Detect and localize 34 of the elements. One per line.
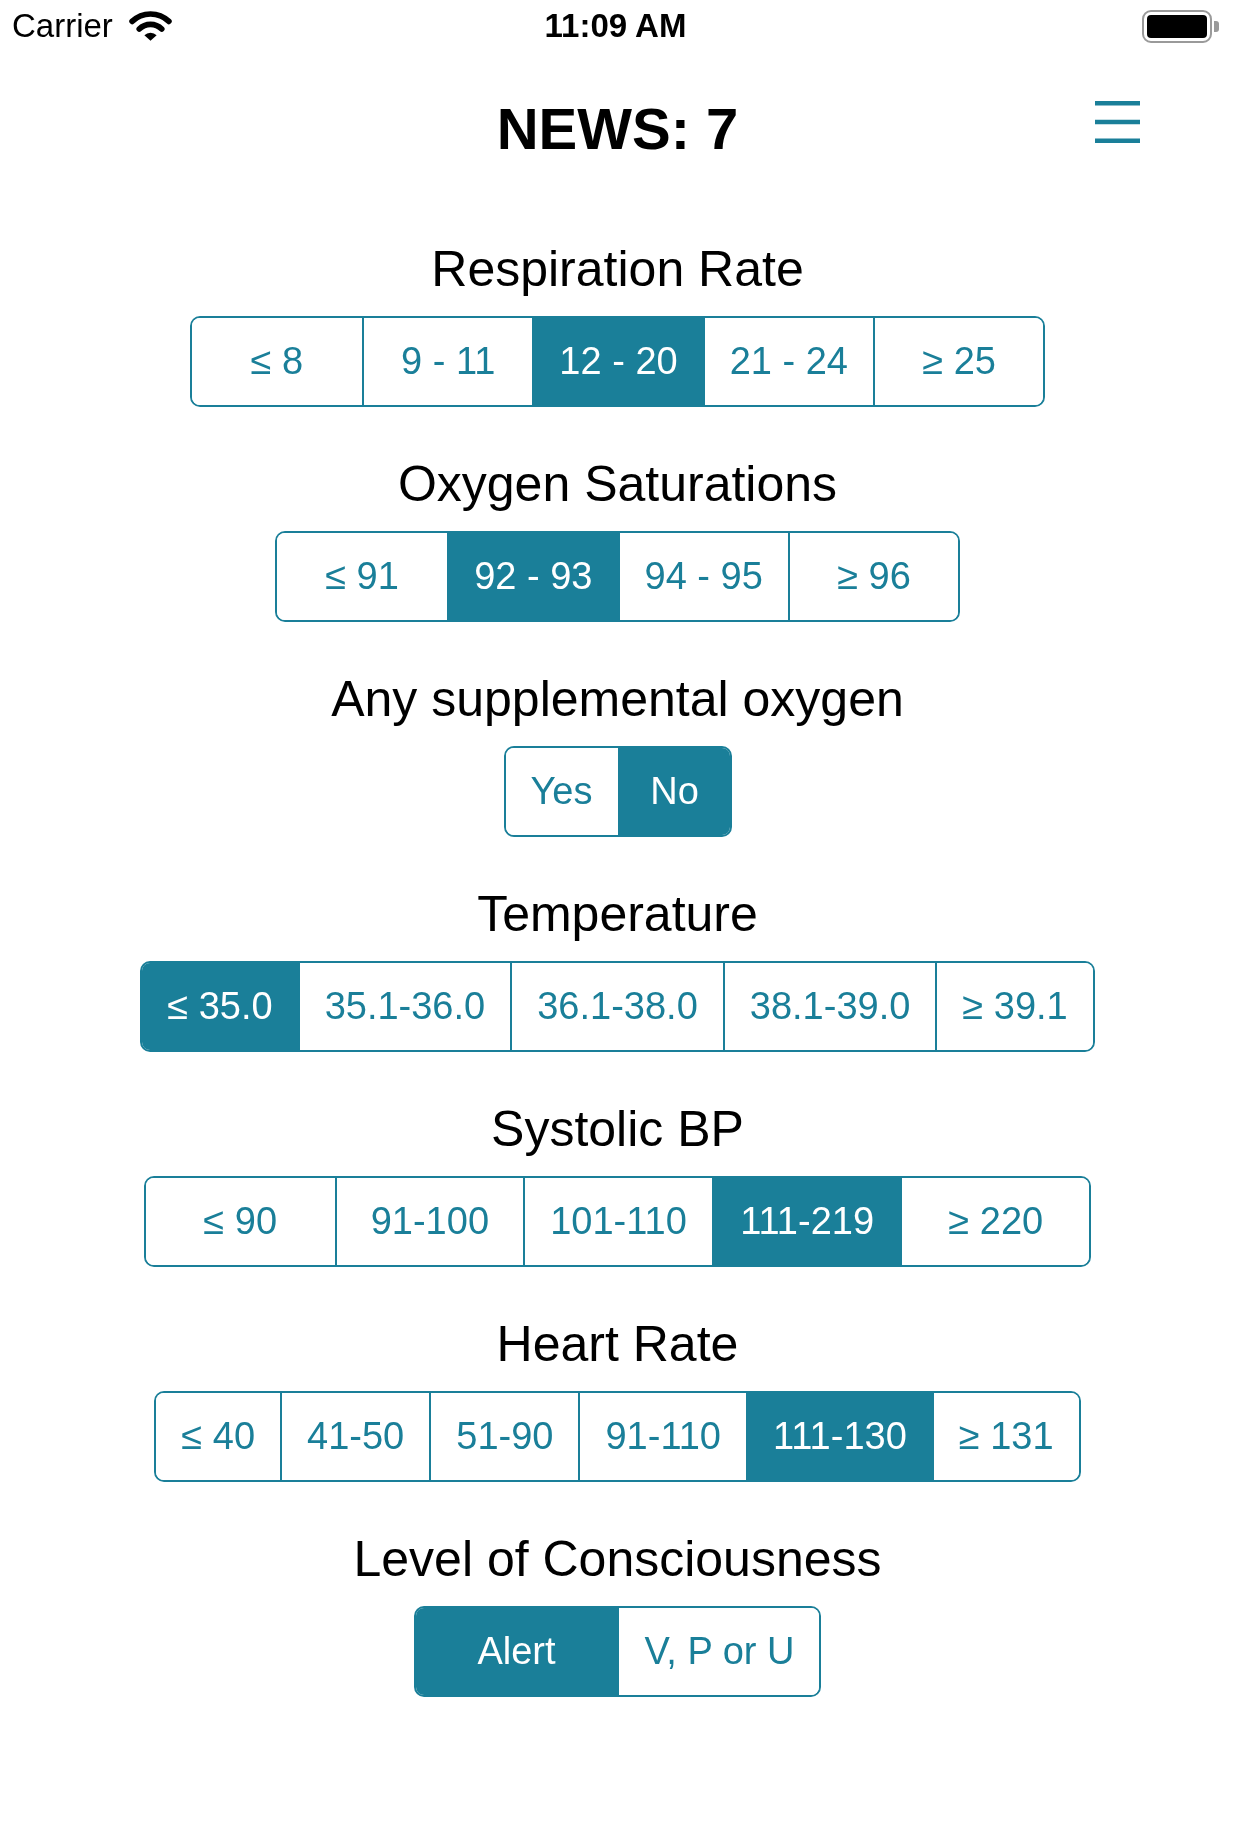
segmented-control[interactable]: ≤ 91 92 - 93 94 - 95 ≥ 96 [274,531,961,622]
menu-icon [1095,101,1140,143]
segment-option[interactable]: 92 - 93 [447,533,618,620]
menu-button[interactable] [1095,101,1140,143]
parameter-label: Oxygen Saturations [397,456,838,512]
segmented-control[interactable]: ≤ 90 91-100 101-110 111-219 ≥ 220 [143,1176,1092,1267]
segment-option[interactable]: 12 - 20 [532,318,703,405]
parameter-label: Respiration Rate [431,241,804,297]
segment-option[interactable]: 111-219 [711,1178,901,1265]
parameter-label: Systolic BP [491,1101,744,1157]
parameter-label: Any supplemental oxygen [331,671,904,727]
segment-option[interactable]: ≥ 220 [900,1178,1090,1265]
segment-option[interactable]: V, P or U [617,1608,820,1695]
segment-option[interactable]: ≥ 131 [931,1393,1079,1480]
parameter-label: Temperature [477,886,758,942]
segment-option[interactable]: 111-130 [745,1393,932,1480]
status-time: 11:09 AM [544,7,687,45]
segment-option[interactable]: ≤ 35.0 [142,963,298,1050]
segmented-control[interactable]: ≤ 40 41-50 51-90 91-110 111-130 ≥ 131 [154,1391,1081,1482]
segmented-control[interactable]: Yes No [503,746,732,837]
segmented-control[interactable]: ≤ 8 9 - 11 12 - 20 21 - 24 ≥ 25 [189,316,1046,407]
segment-option[interactable]: ≥ 39.1 [935,963,1093,1050]
parameter-label: Level of Consciousness [353,1531,882,1587]
segmented-control[interactable]: ≤ 35.0 35.1-36.0 36.1-38.0 38.1-39.0 ≥ 39.1 [140,961,1095,1052]
segment-option[interactable]: Alert [415,1608,618,1695]
parameter-label: Heart Rate [496,1316,739,1372]
segmented-control[interactable]: Alert V, P or U [413,1606,822,1697]
battery-icon [1142,9,1219,43]
wifi-icon [128,11,172,41]
segment-option[interactable]: ≥ 25 [872,318,1044,405]
score-title: NEWS: 7 [496,96,739,162]
segment-option[interactable]: ≥ 96 [787,533,959,620]
carrier-name: Carrier [12,7,113,45]
segment-option[interactable]: No [617,748,730,835]
